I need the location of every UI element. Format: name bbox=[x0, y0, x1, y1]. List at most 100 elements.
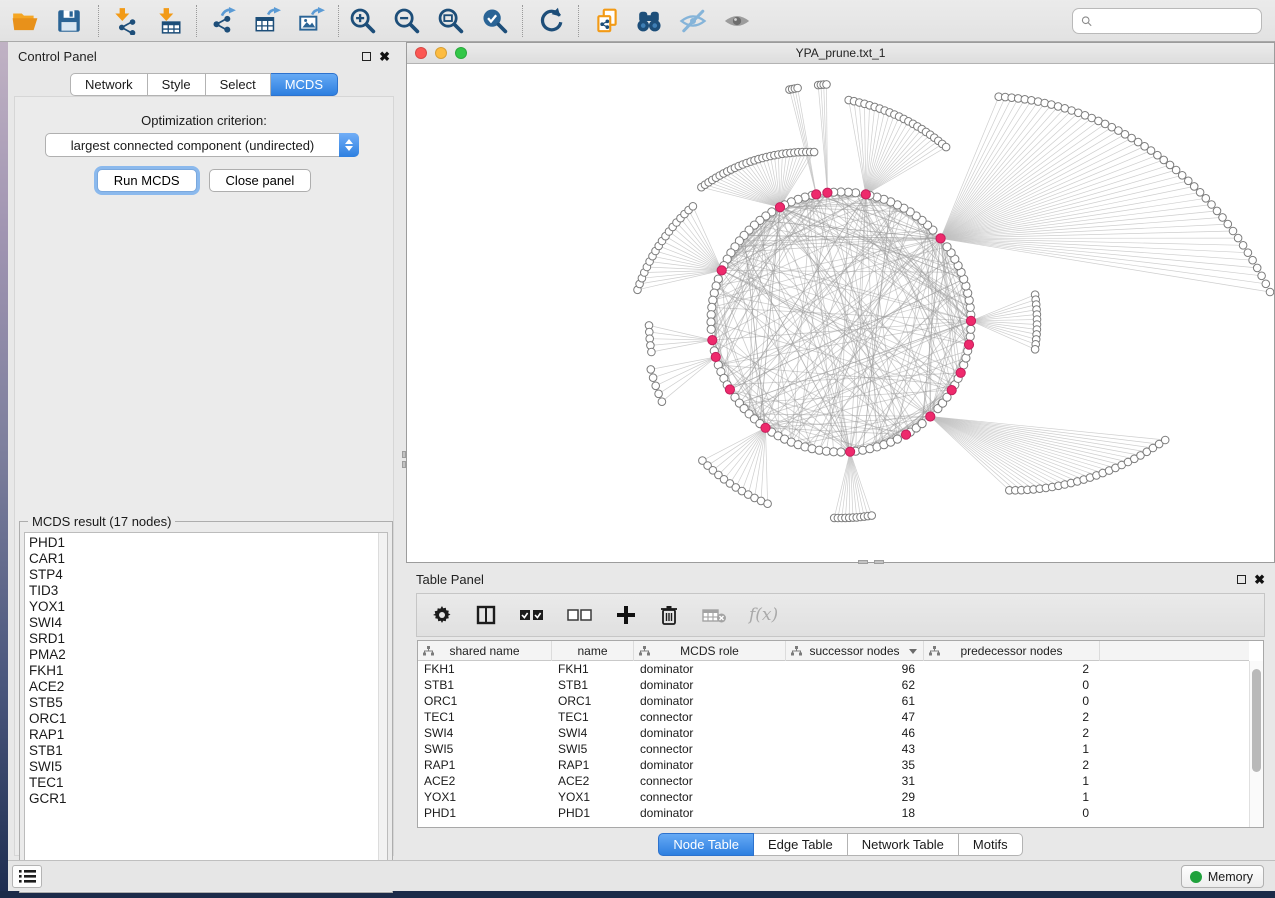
show-columns-icon[interactable] bbox=[475, 600, 497, 630]
table-cell[interactable]: SWI5 bbox=[418, 741, 552, 757]
table-cell[interactable]: TEC1 bbox=[418, 709, 552, 725]
zoom-fit-icon[interactable] bbox=[434, 6, 468, 36]
tab-edge-table[interactable]: Edge Table bbox=[754, 833, 848, 856]
table-cell[interactable]: dominator bbox=[634, 661, 786, 677]
table-cell[interactable]: connector bbox=[634, 709, 786, 725]
mcds-result-item[interactable]: ORC1 bbox=[29, 711, 377, 727]
table-cell[interactable]: 18 bbox=[786, 805, 924, 821]
table-row[interactable]: RAP1RAP1dominator352 bbox=[418, 757, 1249, 773]
mcds-result-item[interactable]: SWI4 bbox=[29, 615, 377, 631]
tab-network-table[interactable]: Network Table bbox=[848, 833, 959, 856]
table-cell[interactable]: 47 bbox=[786, 709, 924, 725]
table-cell[interactable]: ACE2 bbox=[418, 773, 552, 789]
table-cell[interactable]: dominator bbox=[634, 757, 786, 773]
table-cell[interactable]: PHD1 bbox=[552, 805, 634, 821]
table-cell[interactable]: 1 bbox=[924, 741, 1100, 757]
mcds-result-item[interactable]: TEC1 bbox=[29, 775, 377, 791]
horizontal-splitter-grip[interactable] bbox=[858, 560, 884, 564]
run-mcds-button[interactable]: Run MCDS bbox=[97, 169, 197, 192]
memory-button[interactable]: Memory bbox=[1181, 865, 1264, 888]
table-cell[interactable]: ORC1 bbox=[552, 693, 634, 709]
search-input[interactable] bbox=[1098, 14, 1253, 28]
network-window-titlebar[interactable]: YPA_prune.txt_1 bbox=[407, 43, 1274, 64]
hide-selected-icon[interactable] bbox=[676, 6, 710, 36]
mcds-result-item[interactable]: STB5 bbox=[29, 695, 377, 711]
tab-node-table[interactable]: Node Table bbox=[658, 833, 754, 856]
copy-network-style-icon[interactable] bbox=[590, 6, 624, 36]
mcds-result-item[interactable]: ACE2 bbox=[29, 679, 377, 695]
table-cell[interactable]: 2 bbox=[924, 661, 1100, 677]
mcds-result-item[interactable]: SRD1 bbox=[29, 631, 377, 647]
table-cell[interactable]: 31 bbox=[786, 773, 924, 789]
tab-select[interactable]: Select bbox=[206, 73, 271, 96]
mcds-result-item[interactable]: FKH1 bbox=[29, 663, 377, 679]
float-panel-icon[interactable] bbox=[1237, 575, 1246, 584]
mcds-result-item[interactable]: STP4 bbox=[29, 567, 377, 583]
sort-descending-icon[interactable] bbox=[909, 649, 917, 654]
mcds-result-item[interactable]: SWI5 bbox=[29, 759, 377, 775]
select-all-rows-icon[interactable] bbox=[519, 600, 545, 630]
table-cell[interactable]: 43 bbox=[786, 741, 924, 757]
table-cell[interactable]: YOX1 bbox=[418, 789, 552, 805]
table-cell[interactable]: 46 bbox=[786, 725, 924, 741]
save-session-icon[interactable] bbox=[52, 6, 86, 36]
deselect-all-rows-icon[interactable] bbox=[567, 600, 593, 630]
table-cell[interactable]: 62 bbox=[786, 677, 924, 693]
close-panel-icon[interactable]: ✖ bbox=[379, 52, 390, 61]
show-all-icon[interactable] bbox=[720, 6, 754, 36]
float-panel-icon[interactable] bbox=[362, 52, 371, 61]
table-row[interactable]: PHD1PHD1dominator180 bbox=[418, 805, 1249, 821]
table-scrollbar-thumb[interactable] bbox=[1252, 669, 1261, 772]
optimization-criterion-select[interactable]: largest connected component (undirected) bbox=[45, 133, 359, 157]
export-table-icon[interactable] bbox=[250, 6, 284, 36]
export-network-icon[interactable] bbox=[206, 6, 240, 36]
table-cell[interactable]: 96 bbox=[786, 661, 924, 677]
table-cell[interactable]: dominator bbox=[634, 693, 786, 709]
create-column-icon[interactable] bbox=[615, 600, 637, 630]
table-cell[interactable]: 2 bbox=[924, 757, 1100, 773]
zoom-selected-icon[interactable] bbox=[478, 6, 512, 36]
column-header-predecessor-nodes[interactable]: predecessor nodes bbox=[924, 641, 1100, 661]
zoom-in-icon[interactable] bbox=[346, 6, 380, 36]
table-cell[interactable]: SWI5 bbox=[552, 741, 634, 757]
table-cell[interactable]: RAP1 bbox=[552, 757, 634, 773]
mcds-result-item[interactable]: YOX1 bbox=[29, 599, 377, 615]
import-network-icon[interactable] bbox=[108, 6, 142, 36]
table-cell[interactable]: 0 bbox=[924, 693, 1100, 709]
column-header-mcds-role[interactable]: MCDS role bbox=[634, 641, 786, 661]
delete-column-icon[interactable] bbox=[659, 600, 679, 630]
table-cell[interactable]: SWI4 bbox=[418, 725, 552, 741]
table-cell[interactable]: TEC1 bbox=[552, 709, 634, 725]
table-cell[interactable]: 0 bbox=[924, 677, 1100, 693]
table-cell[interactable]: connector bbox=[634, 789, 786, 805]
table-cell[interactable]: 2 bbox=[924, 725, 1100, 741]
table-cell[interactable]: ORC1 bbox=[418, 693, 552, 709]
table-row[interactable]: ORC1ORC1dominator610 bbox=[418, 693, 1249, 709]
close-panel-icon[interactable]: ✖ bbox=[1254, 575, 1265, 584]
mcds-result-item[interactable]: PHD1 bbox=[29, 535, 377, 551]
mcds-result-item[interactable]: CAR1 bbox=[29, 551, 377, 567]
table-cell[interactable]: connector bbox=[634, 773, 786, 789]
table-cell[interactable]: FKH1 bbox=[552, 661, 634, 677]
zoom-out-icon[interactable] bbox=[390, 6, 424, 36]
network-canvas[interactable] bbox=[407, 64, 1274, 562]
table-cell[interactable]: STB1 bbox=[418, 677, 552, 693]
table-row[interactable]: SWI5SWI5connector431 bbox=[418, 741, 1249, 757]
table-cell[interactable]: RAP1 bbox=[418, 757, 552, 773]
table-cell[interactable]: 0 bbox=[924, 805, 1100, 821]
mcds-result-item[interactable]: RAP1 bbox=[29, 727, 377, 743]
table-cell[interactable]: 2 bbox=[924, 709, 1100, 725]
tab-mcds[interactable]: MCDS bbox=[271, 73, 338, 96]
table-cell[interactable]: YOX1 bbox=[552, 789, 634, 805]
open-folder-icon[interactable] bbox=[8, 6, 42, 36]
table-row[interactable]: FKH1FKH1dominator962 bbox=[418, 661, 1249, 677]
tab-motifs[interactable]: Motifs bbox=[959, 833, 1023, 856]
table-row[interactable]: STB1STB1dominator620 bbox=[418, 677, 1249, 693]
tab-style[interactable]: Style bbox=[148, 73, 206, 96]
table-cell[interactable]: 35 bbox=[786, 757, 924, 773]
export-image-icon[interactable] bbox=[294, 6, 328, 36]
table-cell[interactable]: dominator bbox=[634, 677, 786, 693]
show-panels-list-icon[interactable] bbox=[12, 865, 42, 888]
column-header-shared-name[interactable]: shared name bbox=[418, 641, 552, 661]
mcds-result-item[interactable]: STB1 bbox=[29, 743, 377, 759]
